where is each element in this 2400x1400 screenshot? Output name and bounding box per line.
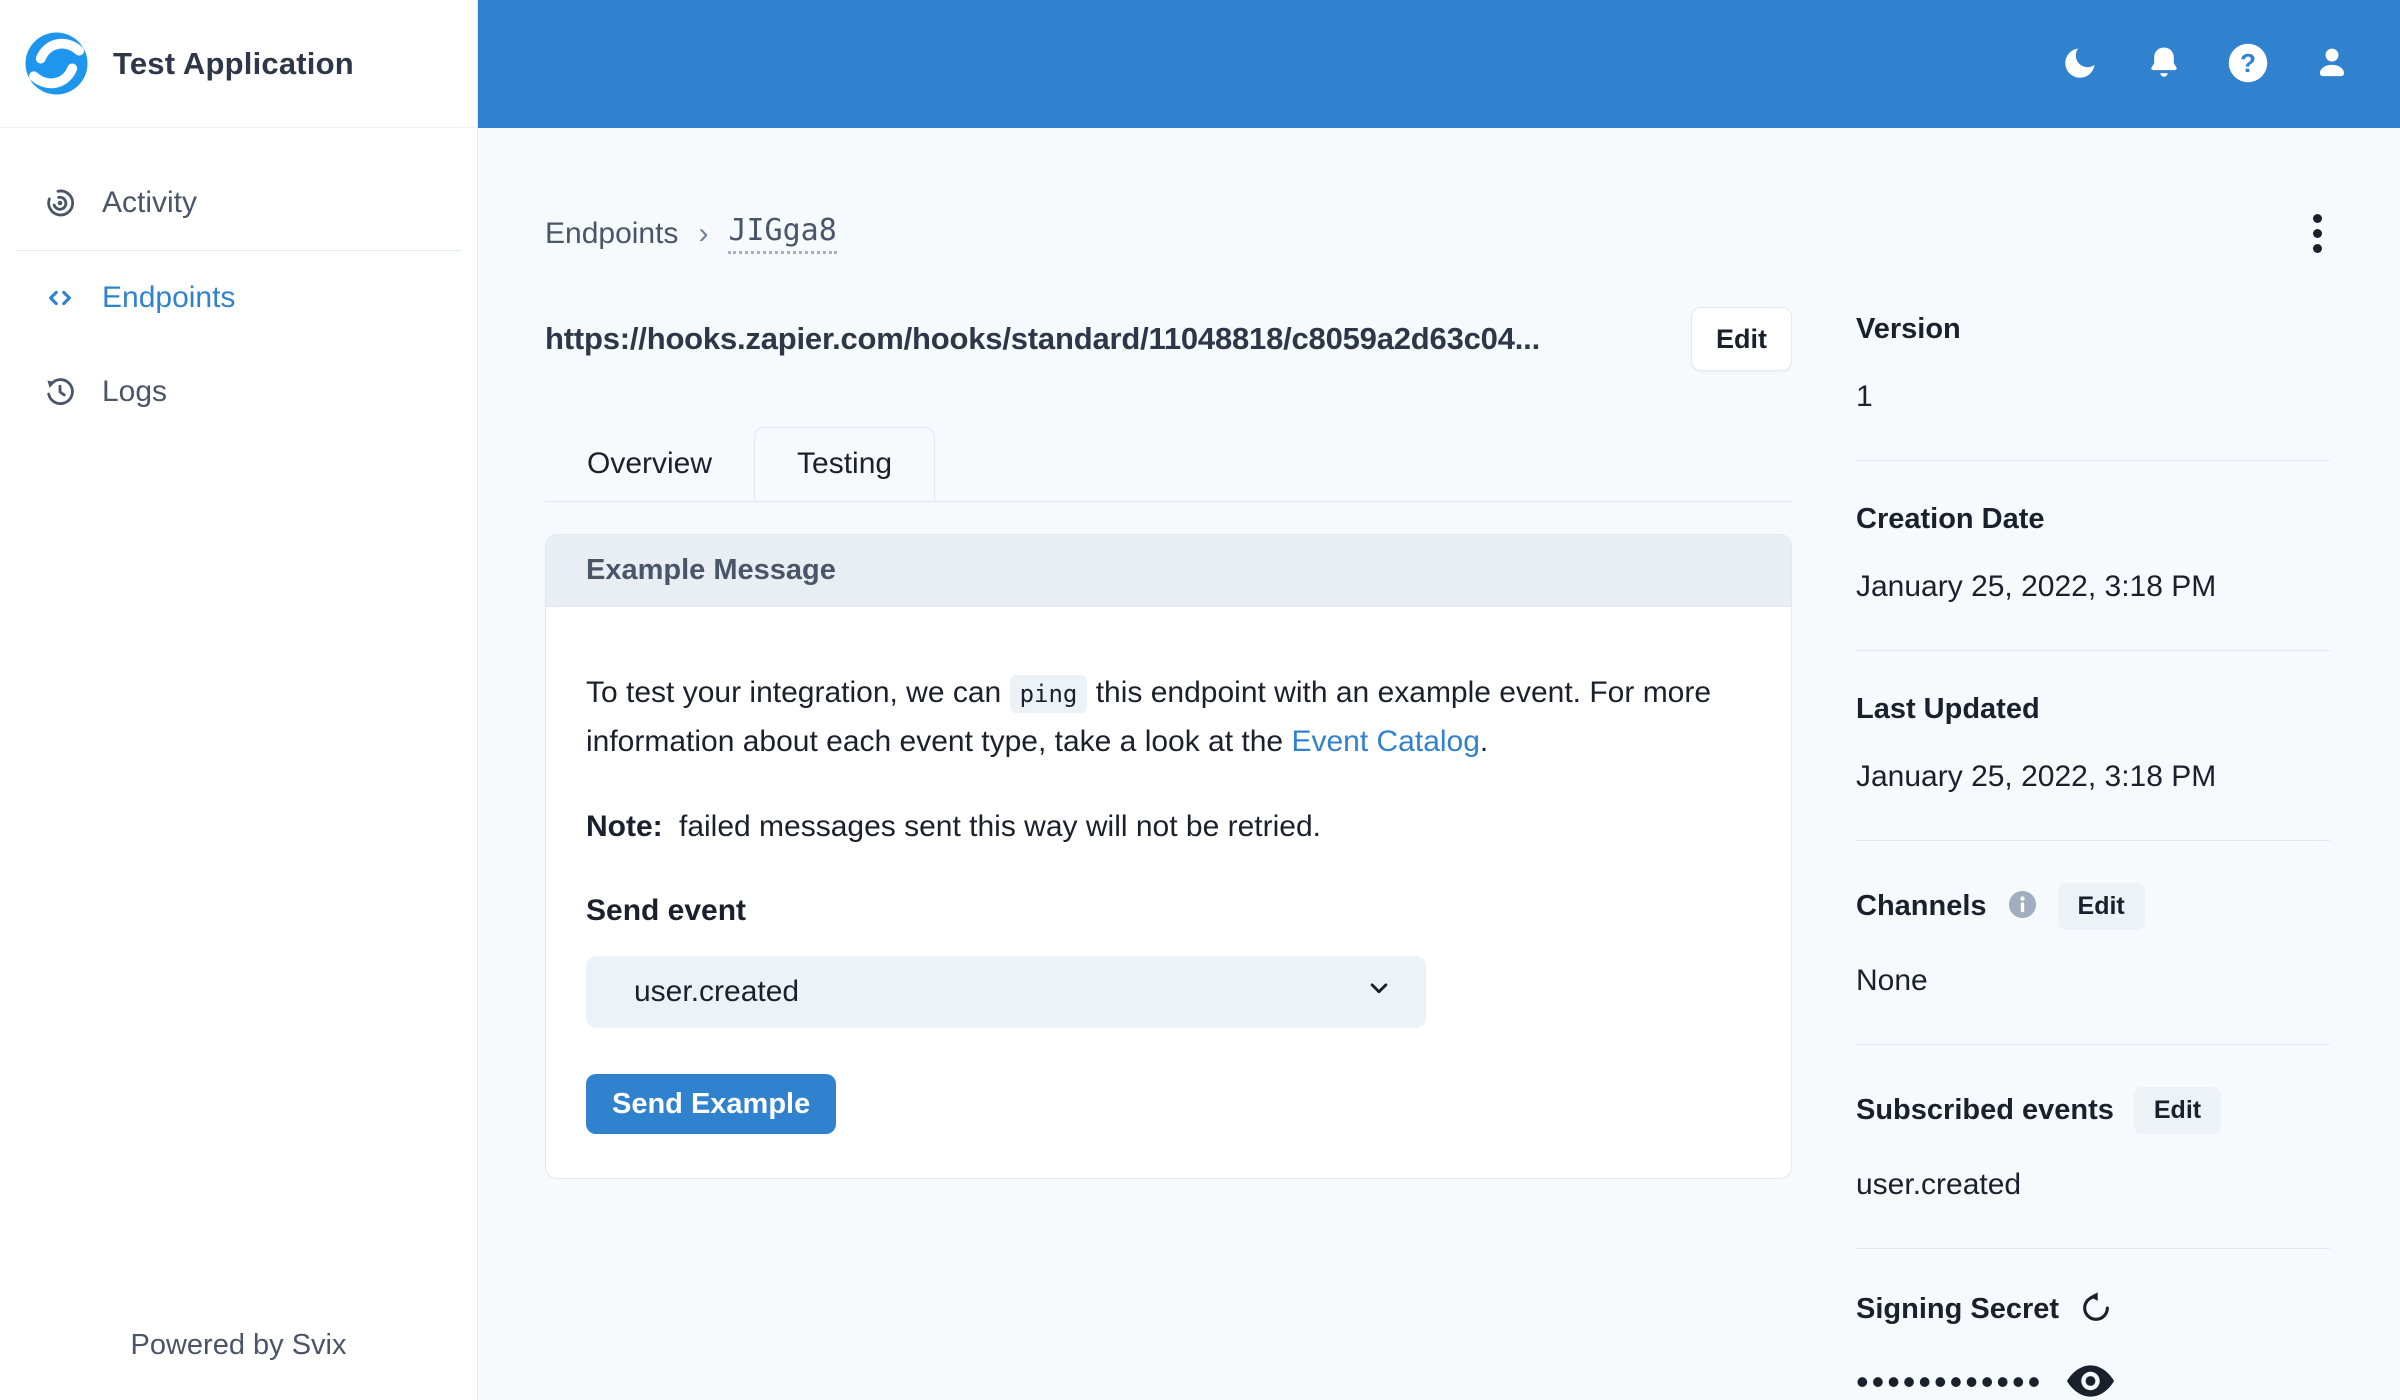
card-header: Example Message bbox=[546, 535, 1791, 607]
sidebar-item-label: Activity bbox=[102, 186, 198, 219]
detail-last-updated: Last Updated January 25, 2022, 3:18 PM bbox=[1856, 651, 2330, 841]
endpoint-main-column: https://hooks.zapier.com/hooks/standard/… bbox=[545, 307, 1792, 1400]
version-label: Version bbox=[1856, 313, 1961, 345]
rotate-secret-icon bbox=[2079, 1291, 2113, 1328]
moon-icon bbox=[2060, 43, 2100, 86]
masked-secret: •••••••••••• bbox=[1856, 1361, 2044, 1400]
kebab-menu-icon bbox=[2313, 214, 2322, 223]
endpoints-code-icon bbox=[44, 282, 76, 314]
endpoint-url: https://hooks.zapier.com/hooks/standard/… bbox=[545, 321, 1540, 356]
chevron-down-icon bbox=[1364, 973, 1394, 1011]
sidebar-item-label: Logs bbox=[102, 375, 168, 408]
channels-value: None bbox=[1856, 964, 1928, 997]
app-root: Test Application Activity Endpoints Logs… bbox=[0, 0, 2400, 1400]
card-body: To test your integration, we can ping th… bbox=[546, 607, 1791, 1178]
breadcrumb-endpoint-id[interactable]: JIGga8 bbox=[728, 213, 837, 254]
selected-event-value: user.created bbox=[634, 975, 800, 1008]
breadcrumb-endpoints-link[interactable]: Endpoints bbox=[545, 217, 678, 251]
rotate-secret-button[interactable] bbox=[2079, 1291, 2113, 1328]
tab-overview[interactable]: Overview bbox=[545, 427, 754, 501]
topbar: ? bbox=[478, 0, 2400, 128]
card-title: Example Message bbox=[586, 554, 836, 586]
bell-icon bbox=[2145, 44, 2183, 85]
info-icon bbox=[2007, 889, 2038, 925]
svix-logo-icon bbox=[25, 32, 88, 95]
reveal-secret-button[interactable] bbox=[2067, 1364, 2115, 1400]
eye-icon bbox=[2067, 1364, 2115, 1400]
example-message-card: Example Message To test your integration… bbox=[545, 534, 1792, 1179]
channels-label: Channels bbox=[1856, 890, 1987, 922]
notifications-button[interactable] bbox=[2142, 42, 2186, 86]
breadcrumb: Endpoints › JIGga8 bbox=[545, 213, 837, 254]
kebab-menu-button[interactable] bbox=[2305, 206, 2330, 261]
detail-subscribed-events: Subscribed events Edit user.created bbox=[1856, 1045, 2330, 1249]
edit-url-button[interactable]: Edit bbox=[1691, 307, 1792, 371]
dark-mode-toggle-button[interactable] bbox=[2058, 42, 2102, 86]
sidebar-item-activity[interactable]: Activity bbox=[0, 156, 477, 250]
detail-version: Version 1 bbox=[1856, 313, 2330, 461]
endpoint-url-row: https://hooks.zapier.com/hooks/standard/… bbox=[545, 307, 1792, 371]
intro-text: To test your integration, we can ping th… bbox=[586, 675, 1712, 758]
help-icon: ? bbox=[2227, 42, 2269, 87]
chevron-right-icon: › bbox=[698, 216, 709, 250]
account-button[interactable] bbox=[2310, 42, 2354, 86]
activity-icon bbox=[44, 187, 76, 219]
endpoint-details-panel: Version 1 Creation Date January 25, 2022… bbox=[1856, 307, 2330, 1400]
endpoint-tabs: Overview Testing bbox=[545, 427, 1792, 502]
breadcrumb-row: Endpoints › JIGga8 bbox=[545, 206, 2330, 261]
svg-text:?: ? bbox=[2240, 48, 2256, 78]
sidebar-header: Test Application bbox=[0, 0, 477, 128]
sidebar-nav: Activity Endpoints Logs bbox=[0, 128, 477, 439]
powered-by: Powered by Svix bbox=[130, 1329, 347, 1361]
send-example-button[interactable]: Send Example bbox=[586, 1074, 837, 1134]
sidebar-item-endpoints[interactable]: Endpoints bbox=[0, 251, 477, 345]
detail-channels: Channels Edit None bbox=[1856, 841, 2330, 1045]
edit-subscribed-events-button[interactable]: Edit bbox=[2133, 1087, 2222, 1134]
account-icon bbox=[2313, 44, 2351, 85]
page-content: Endpoints › JIGga8 https://hooks.zapier.… bbox=[478, 128, 2400, 1400]
version-value: 1 bbox=[1856, 380, 1873, 413]
detail-creation-date: Creation Date January 25, 2022, 3:18 PM bbox=[1856, 461, 2330, 651]
last-updated-label: Last Updated bbox=[1856, 693, 2040, 725]
logs-history-icon bbox=[44, 376, 76, 408]
help-button[interactable]: ? bbox=[2226, 42, 2270, 86]
event-catalog-link[interactable]: Event Catalog bbox=[1291, 725, 1479, 758]
subscribed-events-label: Subscribed events bbox=[1856, 1094, 2114, 1126]
detail-signing-secret: Signing Secret •••••••••••• bbox=[1856, 1249, 2330, 1400]
send-event-label: Send event bbox=[586, 894, 747, 927]
sidebar: Test Application Activity Endpoints Logs… bbox=[0, 0, 478, 1400]
ping-code-chip: ping bbox=[1009, 675, 1088, 713]
main-area: ? Endpoints › JIGga8 https://hooks.zapie… bbox=[478, 0, 2400, 1400]
subscribed-events-value: user.created bbox=[1856, 1168, 2022, 1201]
creation-date-value: January 25, 2022, 3:18 PM bbox=[1856, 570, 2217, 603]
edit-channels-button[interactable]: Edit bbox=[2057, 883, 2145, 930]
creation-date-label: Creation Date bbox=[1856, 503, 2045, 535]
last-updated-value: January 25, 2022, 3:18 PM bbox=[1856, 760, 2217, 793]
event-type-select[interactable]: user.created bbox=[586, 956, 1426, 1028]
sidebar-item-logs[interactable]: Logs bbox=[0, 345, 477, 439]
content-columns: https://hooks.zapier.com/hooks/standard/… bbox=[545, 307, 2330, 1400]
app-title: Test Application bbox=[113, 45, 354, 81]
signing-secret-label: Signing Secret bbox=[1856, 1293, 2060, 1325]
sidebar-item-label: Endpoints bbox=[102, 281, 236, 314]
signing-secret-row: •••••••••••• bbox=[1856, 1364, 2330, 1400]
tab-testing[interactable]: Testing bbox=[754, 427, 936, 501]
note-text: Note: failed messages sent this way will… bbox=[586, 810, 1321, 843]
